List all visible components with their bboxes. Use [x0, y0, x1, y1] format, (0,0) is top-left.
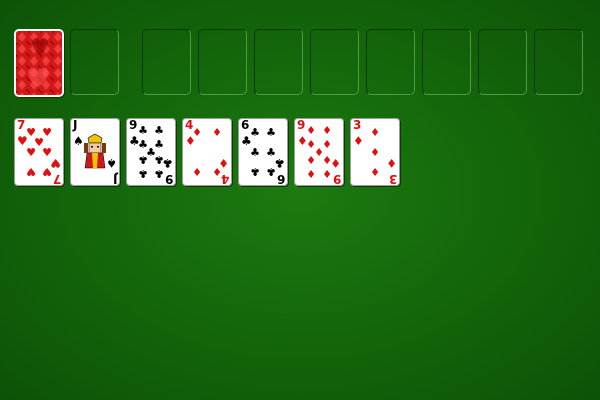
hearts-pip-icon: ♥ — [26, 165, 36, 178]
diamonds-pip-icon: ♦ — [306, 124, 316, 137]
clubs-pip-icon: ♣ — [266, 165, 276, 178]
clubs-pip-icon: ♣ — [154, 167, 164, 180]
hearts-pip-icon: ♥ — [42, 146, 52, 159]
clubs-pip-icon: ♣ — [250, 126, 260, 139]
diamonds-pip-icon: ♦ — [370, 126, 380, 139]
diamonds-pip-icon: ♦ — [306, 153, 316, 166]
empty-card-slot[interactable] — [310, 29, 359, 95]
diamonds-pip-icon: ♦ — [370, 165, 380, 178]
empty-card-slot[interactable] — [534, 29, 583, 95]
corner-diamonds-icon: ♦ — [353, 134, 364, 148]
card-rank-bottom: 7 — [52, 172, 61, 186]
empty-card-slot[interactable] — [198, 29, 247, 95]
clubs-pip-icon: ♣ — [138, 124, 148, 137]
playing-card-6-of-clubs[interactable]: 6 ♣ ♣ ♣ ♣ ♣ ♣ ♣ ♣ 6 — [238, 118, 288, 186]
empty-card-slot[interactable] — [478, 29, 527, 95]
stock-pile[interactable] — [14, 29, 64, 97]
empty-card-slot[interactable] — [142, 29, 191, 95]
clubs-pip-icon: ♣ — [250, 146, 260, 159]
jack-face-icon — [84, 133, 106, 169]
diamonds-pip-icon: ♦ — [370, 146, 380, 159]
empty-card-slot[interactable] — [254, 29, 303, 95]
card-rank-bottom: 9 — [332, 172, 341, 186]
corner-diamonds-icon: ♦ — [386, 156, 397, 170]
playing-card-9-of-clubs[interactable]: 9 ♣ ♣ ♣ ♣ ♣ ♣ ♣ ♣ ♣ ♣ ♣ 9 — [126, 118, 176, 186]
corner-spades-icon: ♠ — [106, 156, 117, 170]
clubs-pip-icon: ♣ — [266, 146, 276, 159]
diamonds-pip-icon: ♦ — [322, 124, 332, 137]
corner-spades-icon: ♠ — [73, 134, 84, 148]
empty-card-slot[interactable] — [366, 29, 415, 95]
playing-card-j-of-spades[interactable]: J ♠ ♠ J — [70, 118, 120, 186]
clubs-pip-icon: ♣ — [154, 124, 164, 137]
clubs-pip-icon: ♣ — [154, 153, 164, 166]
diamonds-pip-icon: ♦ — [192, 165, 202, 178]
playing-card-4-of-diamonds[interactable]: 4 ♦ ♦ ♦ ♦ ♦ ♦ 4 — [182, 118, 232, 186]
clubs-pip-icon: ♣ — [250, 165, 260, 178]
diamonds-pip-icon: ♦ — [322, 167, 332, 180]
playing-card-3-of-diamonds[interactable]: 3 ♦ ♦ ♦ ♦ ♦ 3 — [350, 118, 400, 186]
playing-card-7-of-hearts[interactable]: 7 ♥ ♥ ♥ ♥ ♥ ♥ ♥ ♥ ♥ 7 — [14, 118, 64, 186]
empty-card-slot[interactable] — [70, 29, 119, 95]
card-rank-bottom: 3 — [388, 172, 397, 186]
diamonds-pip-icon: ♦ — [212, 126, 222, 139]
card-rank-bottom: 4 — [220, 172, 229, 186]
clubs-pip-icon: ♣ — [138, 153, 148, 166]
diamonds-pip-icon: ♦ — [306, 167, 316, 180]
diamonds-pip-icon: ♦ — [192, 126, 202, 139]
hearts-pip-icon: ♥ — [42, 165, 52, 178]
card-rank-bottom: J — [112, 172, 117, 186]
hearts-pip-icon: ♥ — [26, 146, 36, 159]
clubs-pip-icon: ♣ — [138, 167, 148, 180]
empty-card-slot[interactable] — [422, 29, 471, 95]
card-rank-bottom: 6 — [276, 172, 285, 186]
clubs-pip-icon: ♣ — [266, 126, 276, 139]
card-back-pattern-icon — [16, 31, 62, 95]
card-rank-bottom: 9 — [164, 172, 173, 186]
diamonds-pip-icon: ♦ — [322, 153, 332, 166]
playing-card-9-of-diamonds[interactable]: 9 ♦ ♦ ♦ ♦ ♦ ♦ ♦ ♦ ♦ ♦ ♦ 9 — [294, 118, 344, 186]
